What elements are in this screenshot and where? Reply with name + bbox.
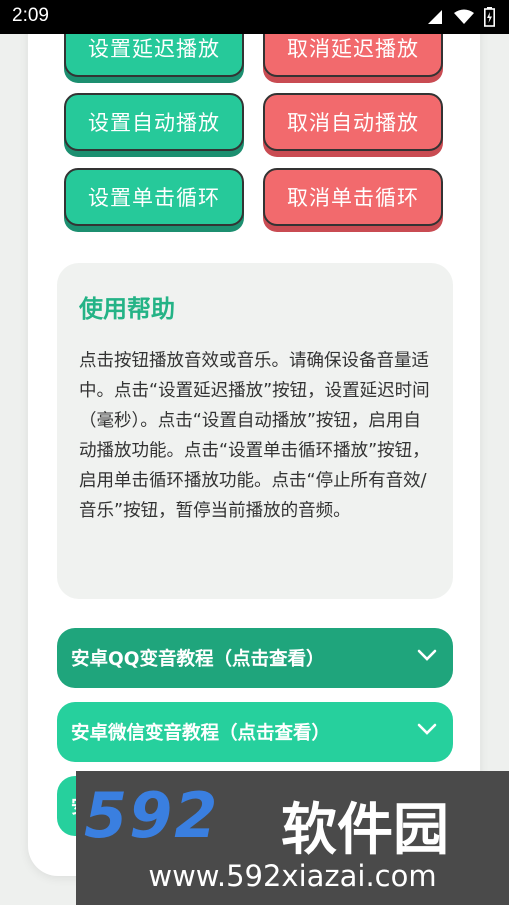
accordion-wechat-tutorial[interactable]: 安卓微信变音教程（点击查看） <box>57 702 453 762</box>
chevron-down-icon <box>417 723 437 735</box>
watermark-url: www.592xiazai.com <box>148 859 437 893</box>
watermark-overlay: 592 软件园 www.592xiazai.com <box>76 771 509 905</box>
chevron-down-icon <box>417 649 437 661</box>
accordion-qq-tutorial[interactable]: 安卓QQ变音教程（点击查看） <box>57 628 453 688</box>
watermark-name: 软件园 <box>281 798 449 863</box>
wifi-icon <box>454 9 474 24</box>
accordion-label: 安卓QQ变音教程（点击查看） <box>71 649 325 670</box>
cancel-auto-play-button[interactable]: 取消自动播放 <box>263 93 443 151</box>
set-auto-play-button[interactable]: 设置自动播放 <box>64 93 244 151</box>
status-bar: 2:09 <box>0 0 509 34</box>
help-panel: 使用帮助 点击按钮播放音效或音乐。请确保设备音量适中。点击“设置延迟播放”按钮，… <box>57 263 453 599</box>
battery-icon <box>484 7 495 27</box>
cancel-click-loop-button[interactable]: 取消单击循环 <box>263 168 443 226</box>
status-time: 2:09 <box>12 5 49 26</box>
signal-icon <box>428 10 442 24</box>
watermark-logo: 592 <box>84 779 220 852</box>
status-icons <box>426 7 495 27</box>
set-click-loop-button[interactable]: 设置单击循环 <box>64 168 244 226</box>
help-body: 点击按钮播放音效或音乐。请确保设备音量适中。点击“设置延迟播放”按钮，设置延迟时… <box>79 351 430 521</box>
accordion-label: 安卓微信变音教程（点击查看） <box>71 723 331 744</box>
help-title: 使用帮助 <box>79 295 175 323</box>
